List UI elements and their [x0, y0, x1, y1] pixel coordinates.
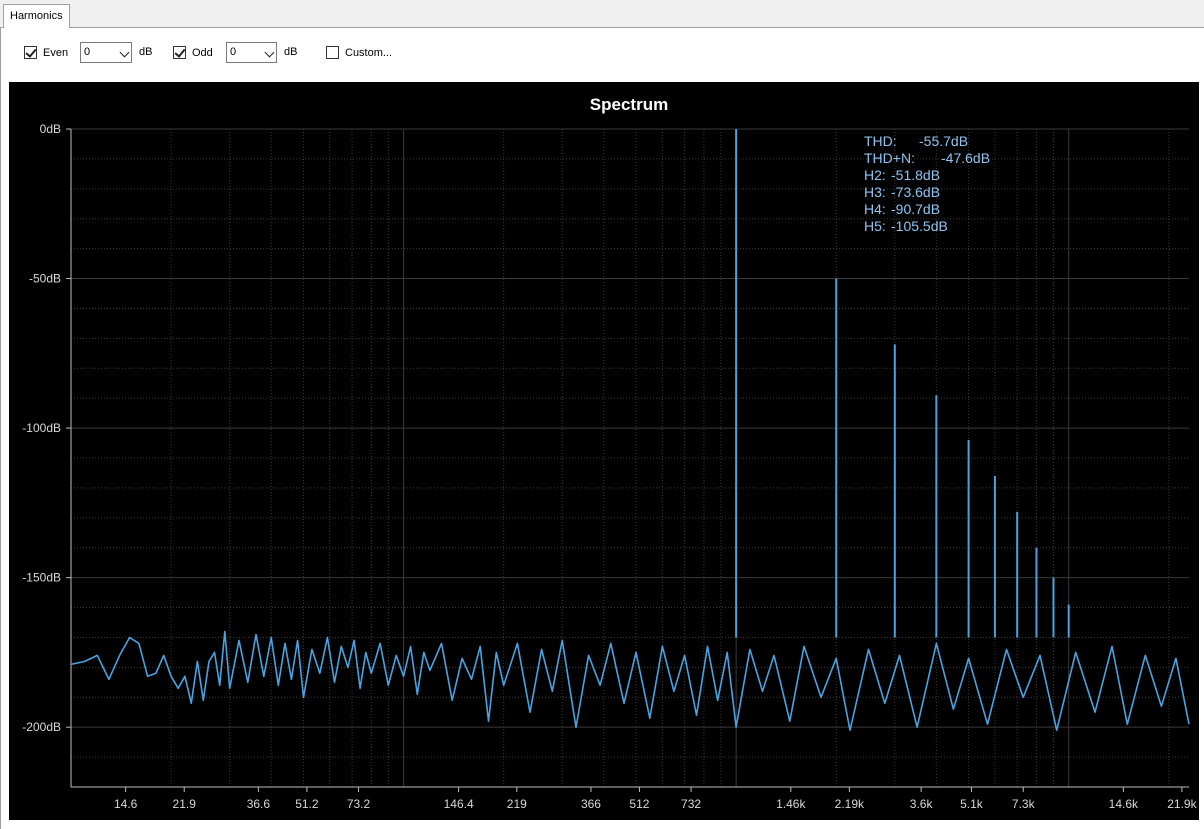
custom-checkbox-group[interactable]: Custom...: [326, 46, 392, 59]
spectrum-series-line: [70, 630, 1190, 732]
y-tick-label: -50dB: [29, 272, 61, 286]
stat-value: -47.6dB: [941, 150, 990, 166]
x-tick-label: 219: [507, 797, 527, 811]
custom-label: Custom...: [345, 46, 393, 59]
stat-label: H2:: [864, 167, 886, 183]
tab-harmonics[interactable]: Harmonics: [3, 4, 70, 28]
chevron-down-icon: [264, 47, 275, 58]
stat-value: -73.6dB: [891, 184, 940, 200]
chart-title: Spectrum: [590, 95, 668, 114]
even-level-value: 0: [84, 46, 91, 58]
stat-label: H4:: [864, 201, 886, 217]
x-tick-label: 14.6: [114, 797, 138, 811]
chevron-down-icon: [119, 47, 130, 58]
stat-label: H3:: [864, 184, 886, 200]
odd-checkbox-group[interactable]: Odd: [173, 46, 213, 59]
stat-value: -90.7dB: [891, 201, 940, 217]
x-tick-label: 3.6k: [910, 797, 934, 811]
odd-level-select[interactable]: 0: [226, 42, 277, 63]
x-tick-label: 21.9k: [1167, 797, 1197, 811]
stat-value: -51.8dB: [891, 167, 940, 183]
x-tick-label: 732: [681, 797, 701, 811]
even-checkbox-group[interactable]: Even: [24, 46, 68, 59]
even-label: Even: [43, 46, 69, 59]
spectrum-plot: Spectrum 0dB -50dB -100dB -150dB -200dB 14.6 2…: [22, 95, 1197, 811]
y-tick-label: -100dB: [22, 421, 61, 435]
stat-label: H5:: [864, 218, 886, 234]
x-tick-label: 146.4: [444, 797, 474, 811]
x-tick-label: 21.9: [173, 797, 197, 811]
x-tick-label: 36.6: [247, 797, 271, 811]
x-tick-label: 512: [629, 797, 649, 811]
x-tick-label: 2.19k: [835, 797, 865, 811]
tab-strip: Harmonics: [0, 0, 1204, 28]
axes: 0dB -50dB -100dB -150dB -200dB 14.6 21.9 36.6 51…: [22, 122, 1197, 811]
stat-label: THD:: [864, 133, 897, 149]
odd-label: Odd: [192, 46, 213, 59]
spectrum-chart: Spectrum 0dB -50dB -100dB -150dB -200dB 14.6 2…: [9, 82, 1199, 820]
y-tick-label: -150dB: [22, 571, 61, 585]
even-level-select[interactable]: 0: [80, 42, 132, 63]
even-unit-label: dB: [139, 46, 153, 58]
grid: [70, 128, 1189, 788]
x-tick-label: 7.3k: [1012, 797, 1036, 811]
x-tick-label: 73.2: [347, 797, 371, 811]
x-tick-label: 1.46k: [776, 797, 806, 811]
odd-level-value: 0: [230, 46, 237, 58]
x-tick-label: 5.1k: [960, 797, 984, 811]
x-tick-label: 366: [581, 797, 601, 811]
stat-value: -55.7dB: [919, 133, 968, 149]
x-tick-label: 14.6k: [1109, 797, 1139, 811]
even-checkbox[interactable]: [24, 46, 37, 59]
stat-label: THD+N:: [864, 150, 915, 166]
custom-checkbox[interactable]: [326, 46, 339, 59]
x-tick-label: 51.2: [295, 797, 319, 811]
stat-value: -105.5dB: [891, 218, 948, 234]
y-tick-label: -200dB: [22, 720, 61, 734]
y-tick-label: 0dB: [40, 122, 61, 136]
odd-unit-label: dB: [284, 46, 298, 58]
odd-checkbox[interactable]: [173, 46, 186, 59]
